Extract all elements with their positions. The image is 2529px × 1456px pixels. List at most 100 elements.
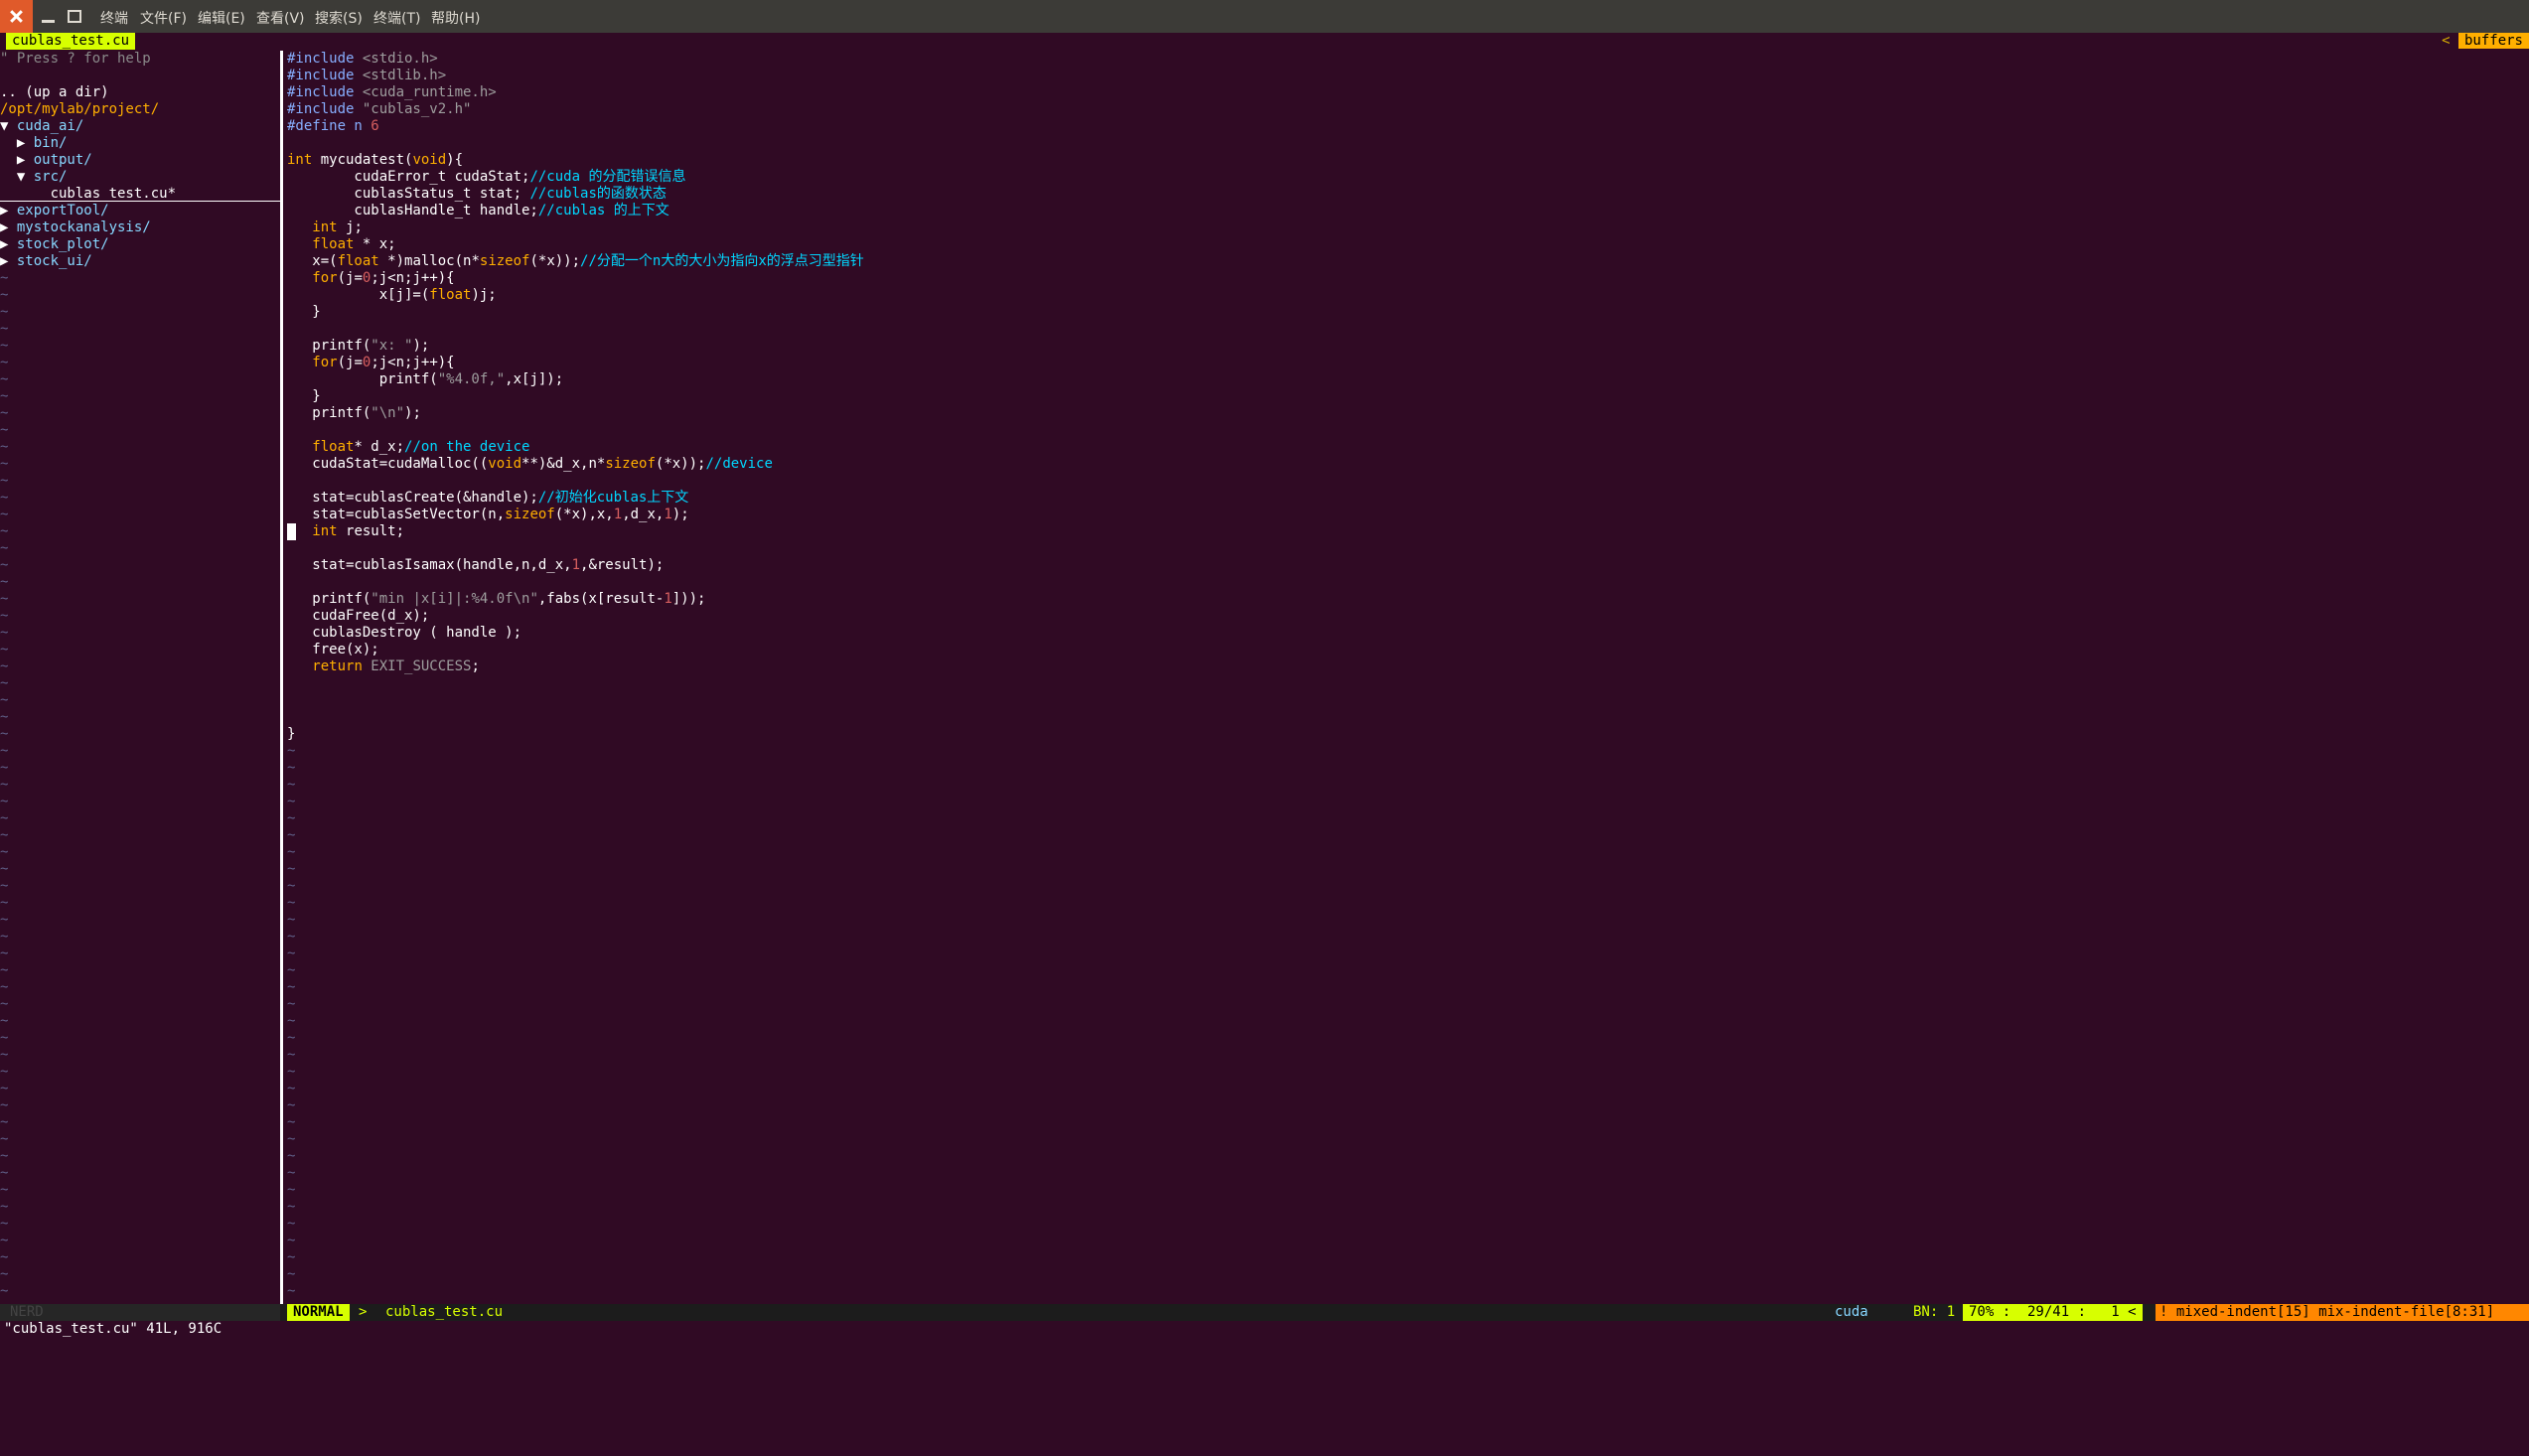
code-line[interactable]: free(x);: [287, 642, 2522, 658]
tree-arrow: ▶: [0, 203, 17, 218]
code-line[interactable]: int mycudatest(void){: [287, 152, 2522, 169]
maximize-icon[interactable]: [64, 6, 84, 27]
tree-arrow: ▼: [0, 118, 17, 134]
code-line[interactable]: return EXIT_SUCCESS;: [287, 658, 2522, 675]
code-line[interactable]: [287, 709, 2522, 726]
empty-line-marker: ~: [0, 1047, 9, 1063]
code-line[interactable]: float * x;: [287, 236, 2522, 253]
menu-file[interactable]: 文件(F): [140, 8, 187, 28]
code-token: }: [287, 388, 321, 404]
code-line[interactable]: cudaFree(d_x);: [287, 608, 2522, 625]
empty-line-marker: ~: [0, 1283, 9, 1299]
tree-item-label: src/: [33, 169, 68, 185]
code-line[interactable]: #include <cuda_runtime.h>: [287, 84, 2522, 101]
empty-line-marker: ~: [0, 473, 9, 489]
code-token: **)&d_x,n*: [521, 456, 606, 472]
code-line[interactable]: printf("x: ");: [287, 338, 2522, 355]
code-token: (*x),x,: [554, 507, 614, 522]
code-token: void: [488, 456, 522, 472]
code-line[interactable]: cublasHandle_t handle;//cublas 的上下文: [287, 203, 2522, 219]
code-line[interactable]: }: [287, 304, 2522, 321]
code-line[interactable]: for(j=0;j<n;j++){: [287, 270, 2522, 287]
menu-terminal-t[interactable]: 终端(T): [373, 8, 420, 28]
menu-search[interactable]: 搜索(S): [315, 8, 363, 28]
nerdtree-root[interactable]: /opt/mylab/project/: [0, 101, 280, 118]
code-line[interactable]: }: [287, 388, 2522, 405]
tree-item-label: exportTool/: [16, 203, 109, 218]
code-token: (*x));: [655, 456, 706, 472]
code-line[interactable]: #include <stdio.h>: [287, 51, 2522, 68]
code-line[interactable]: [287, 692, 2522, 709]
code-line[interactable]: cudaError_t cudaStat;//cuda 的分配错误信息: [287, 169, 2522, 186]
code-line[interactable]: stat=cublasCreate(&handle);//初始化cublas上下…: [287, 490, 2522, 507]
code-line[interactable]: float* d_x;//on the device: [287, 439, 2522, 456]
code-line[interactable]: cublasDestroy ( handle );: [287, 625, 2522, 642]
tree-item[interactable]: ▶ output/: [0, 152, 280, 169]
code-line[interactable]: int result;: [287, 523, 2522, 540]
code-line[interactable]: [287, 540, 2522, 557]
code-line[interactable]: cudaStat=cudaMalloc((void**)&d_x,n*sizeo…: [287, 456, 2522, 473]
code-editor[interactable]: #include <stdio.h> #include <stdlib.h> #in…: [287, 51, 2522, 1304]
code-line[interactable]: }: [287, 726, 2522, 743]
code-line[interactable]: x=(float *)malloc(n*sizeof(*x));//分配一个n大…: [287, 253, 2522, 270]
menu-view[interactable]: 查看(V): [256, 8, 305, 28]
code-line[interactable]: [287, 473, 2522, 490]
menu-help[interactable]: 帮助(H): [431, 8, 480, 28]
empty-line-marker: ~: [0, 675, 9, 691]
code-line[interactable]: stat=cublasSetVector(n,sizeof(*x),x,1,d_…: [287, 507, 2522, 523]
tree-item[interactable]: ▼ src/: [0, 169, 280, 186]
code-line[interactable]: #define n 6: [287, 118, 2522, 135]
tree-item[interactable]: ▼ cuda_ai/: [0, 118, 280, 135]
code-token: 1: [664, 507, 672, 522]
code-line[interactable]: printf("min |x[i]|:%4.0f\n",fabs(x[resul…: [287, 591, 2522, 608]
nerdtree-up-dir[interactable]: .. (up a dir): [0, 84, 280, 101]
nerdtree-blank[interactable]: [0, 68, 280, 84]
minimize-icon[interactable]: [38, 6, 59, 27]
empty-line-marker: ~: [287, 1199, 296, 1215]
empty-line-marker: ~: [287, 1165, 296, 1181]
code-line[interactable]: stat=cublasIsamax(handle,n,d_x,1,&result…: [287, 557, 2522, 574]
code-line[interactable]: cublasStatus_t stat; //cublas的函数状态: [287, 186, 2522, 203]
code-token: result;: [337, 523, 405, 539]
empty-line-marker: ~: [0, 1030, 9, 1046]
code-line[interactable]: #include <stdlib.h>: [287, 68, 2522, 84]
code-line[interactable]: printf("%4.0f,",x[j]);: [287, 371, 2522, 388]
empty-line-marker: ~: [287, 979, 296, 995]
code-line[interactable]: [287, 675, 2522, 692]
buffers-label[interactable]: buffers: [2457, 33, 2529, 49]
menu-edit[interactable]: 编辑(E): [198, 8, 245, 28]
code-token: EXIT_SUCCESS: [362, 658, 472, 674]
code-token: "%4.0f,": [437, 371, 506, 387]
menu-terminal[interactable]: 终端: [100, 8, 128, 28]
code-line[interactable]: [287, 574, 2522, 591]
code-line[interactable]: [287, 135, 2522, 152]
nerdtree-help[interactable]: " Press ? for help: [0, 51, 280, 68]
tab-current-file[interactable]: cublas_test.cu: [6, 33, 136, 50]
empty-line-marker: ~: [287, 1216, 296, 1232]
tree-item[interactable]: ▶ stock_plot/: [0, 236, 280, 253]
empty-line-marker: ~: [0, 810, 9, 826]
code-line[interactable]: #include "cublas_v2.h": [287, 101, 2522, 118]
code-line[interactable]: printf("\n");: [287, 405, 2522, 422]
mode-indicator: NORMAL: [287, 1304, 350, 1321]
close-icon[interactable]: [0, 0, 33, 33]
tabline-arrow: <: [2442, 33, 2451, 49]
code-token: )j;: [471, 287, 497, 303]
tree-item[interactable]: ▶ stock_ui/: [0, 253, 280, 270]
code-token: "x: ": [371, 338, 413, 354]
code-line[interactable]: x[j]=(float)j;: [287, 287, 2522, 304]
empty-line-marker: ~: [287, 1131, 296, 1147]
code-line[interactable]: int j;: [287, 219, 2522, 236]
tree-item[interactable]: ▶ mystockanalysis/: [0, 219, 280, 236]
tree-item[interactable]: ▶ bin/: [0, 135, 280, 152]
tree-arrow: ▶: [0, 219, 17, 235]
code-line[interactable]: [287, 422, 2522, 439]
split-separator[interactable]: [280, 51, 283, 1304]
code-line[interactable]: for(j=0;j<n;j++){: [287, 355, 2522, 371]
empty-line-marker: ~: [287, 1233, 296, 1248]
command-line[interactable]: "cublas_test.cu" 41L, 916C: [0, 1321, 2529, 1338]
code-line[interactable]: [287, 321, 2522, 338]
tree-item[interactable]: ▶ exportTool/: [0, 203, 280, 219]
code-token: j;: [337, 219, 363, 235]
code-token: mycudatest(: [312, 152, 413, 168]
